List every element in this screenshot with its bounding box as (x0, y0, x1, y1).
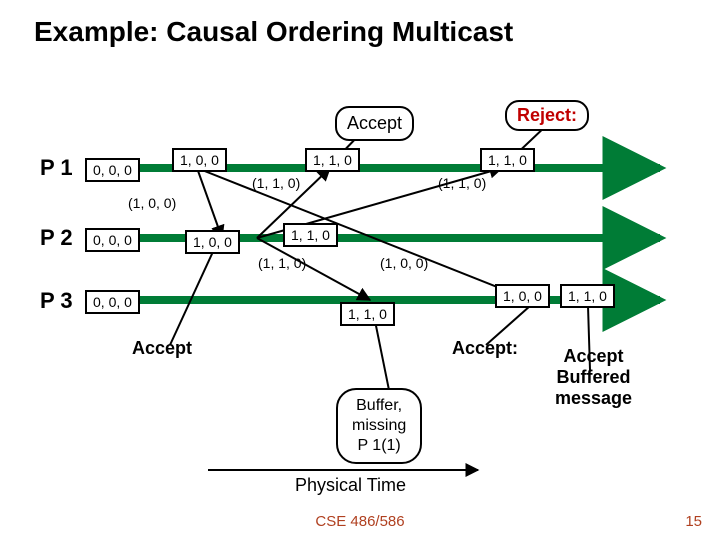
p1-init-vector-box: 0, 0, 0 (85, 158, 140, 182)
accept-balloon-top: Accept (335, 106, 414, 141)
p2-msg2-label: (1, 1, 0) (258, 255, 306, 271)
buffer-balloon: Buffer, missing P 1(1) (336, 388, 422, 464)
accept-buffered-label: Accept Buffered message (555, 346, 632, 409)
p3-recv2-vector-box: 1, 1, 0 (560, 284, 615, 308)
p1-msg1-label: (1, 1, 0) (252, 175, 300, 191)
p1-recv2-vector-box: 1, 1, 0 (480, 148, 535, 172)
p2-init-vector-box: 0, 0, 0 (85, 228, 140, 252)
p3-recv1-vector-box: 1, 0, 0 (495, 284, 550, 308)
p1-recv1-vector-box: 1, 1, 0 (305, 148, 360, 172)
p2-send1-vector-box: 1, 1, 0 (283, 223, 338, 247)
process-p2-label: P 2 (40, 225, 73, 251)
reject-balloon: Reject: (505, 100, 589, 131)
p1-send1-vector-box: 1, 0, 0 (172, 148, 227, 172)
p2-recv1-vector-box: 1, 0, 0 (185, 230, 240, 254)
physical-time-label: Physical Time (295, 475, 406, 496)
process-p1-label: P 1 (40, 155, 73, 181)
p1-msg2-label: (1, 1, 0) (438, 175, 486, 191)
p2-msg1-label: (1, 0, 0) (128, 195, 176, 211)
slide-number: 15 (685, 513, 702, 530)
page-title: Example: Causal Ordering Multicast (34, 16, 513, 48)
p3-init-vector-box: 0, 0, 0 (85, 290, 140, 314)
accept-left-label: Accept (132, 338, 192, 359)
process-p3-label: P 3 (40, 288, 73, 314)
accept-right-label: Accept: (452, 338, 518, 359)
p3-mid-vector-box: 1, 1, 0 (340, 302, 395, 326)
footer-text: CSE 486/586 (0, 513, 720, 530)
p2-msg3-label: (1, 0, 0) (380, 255, 428, 271)
